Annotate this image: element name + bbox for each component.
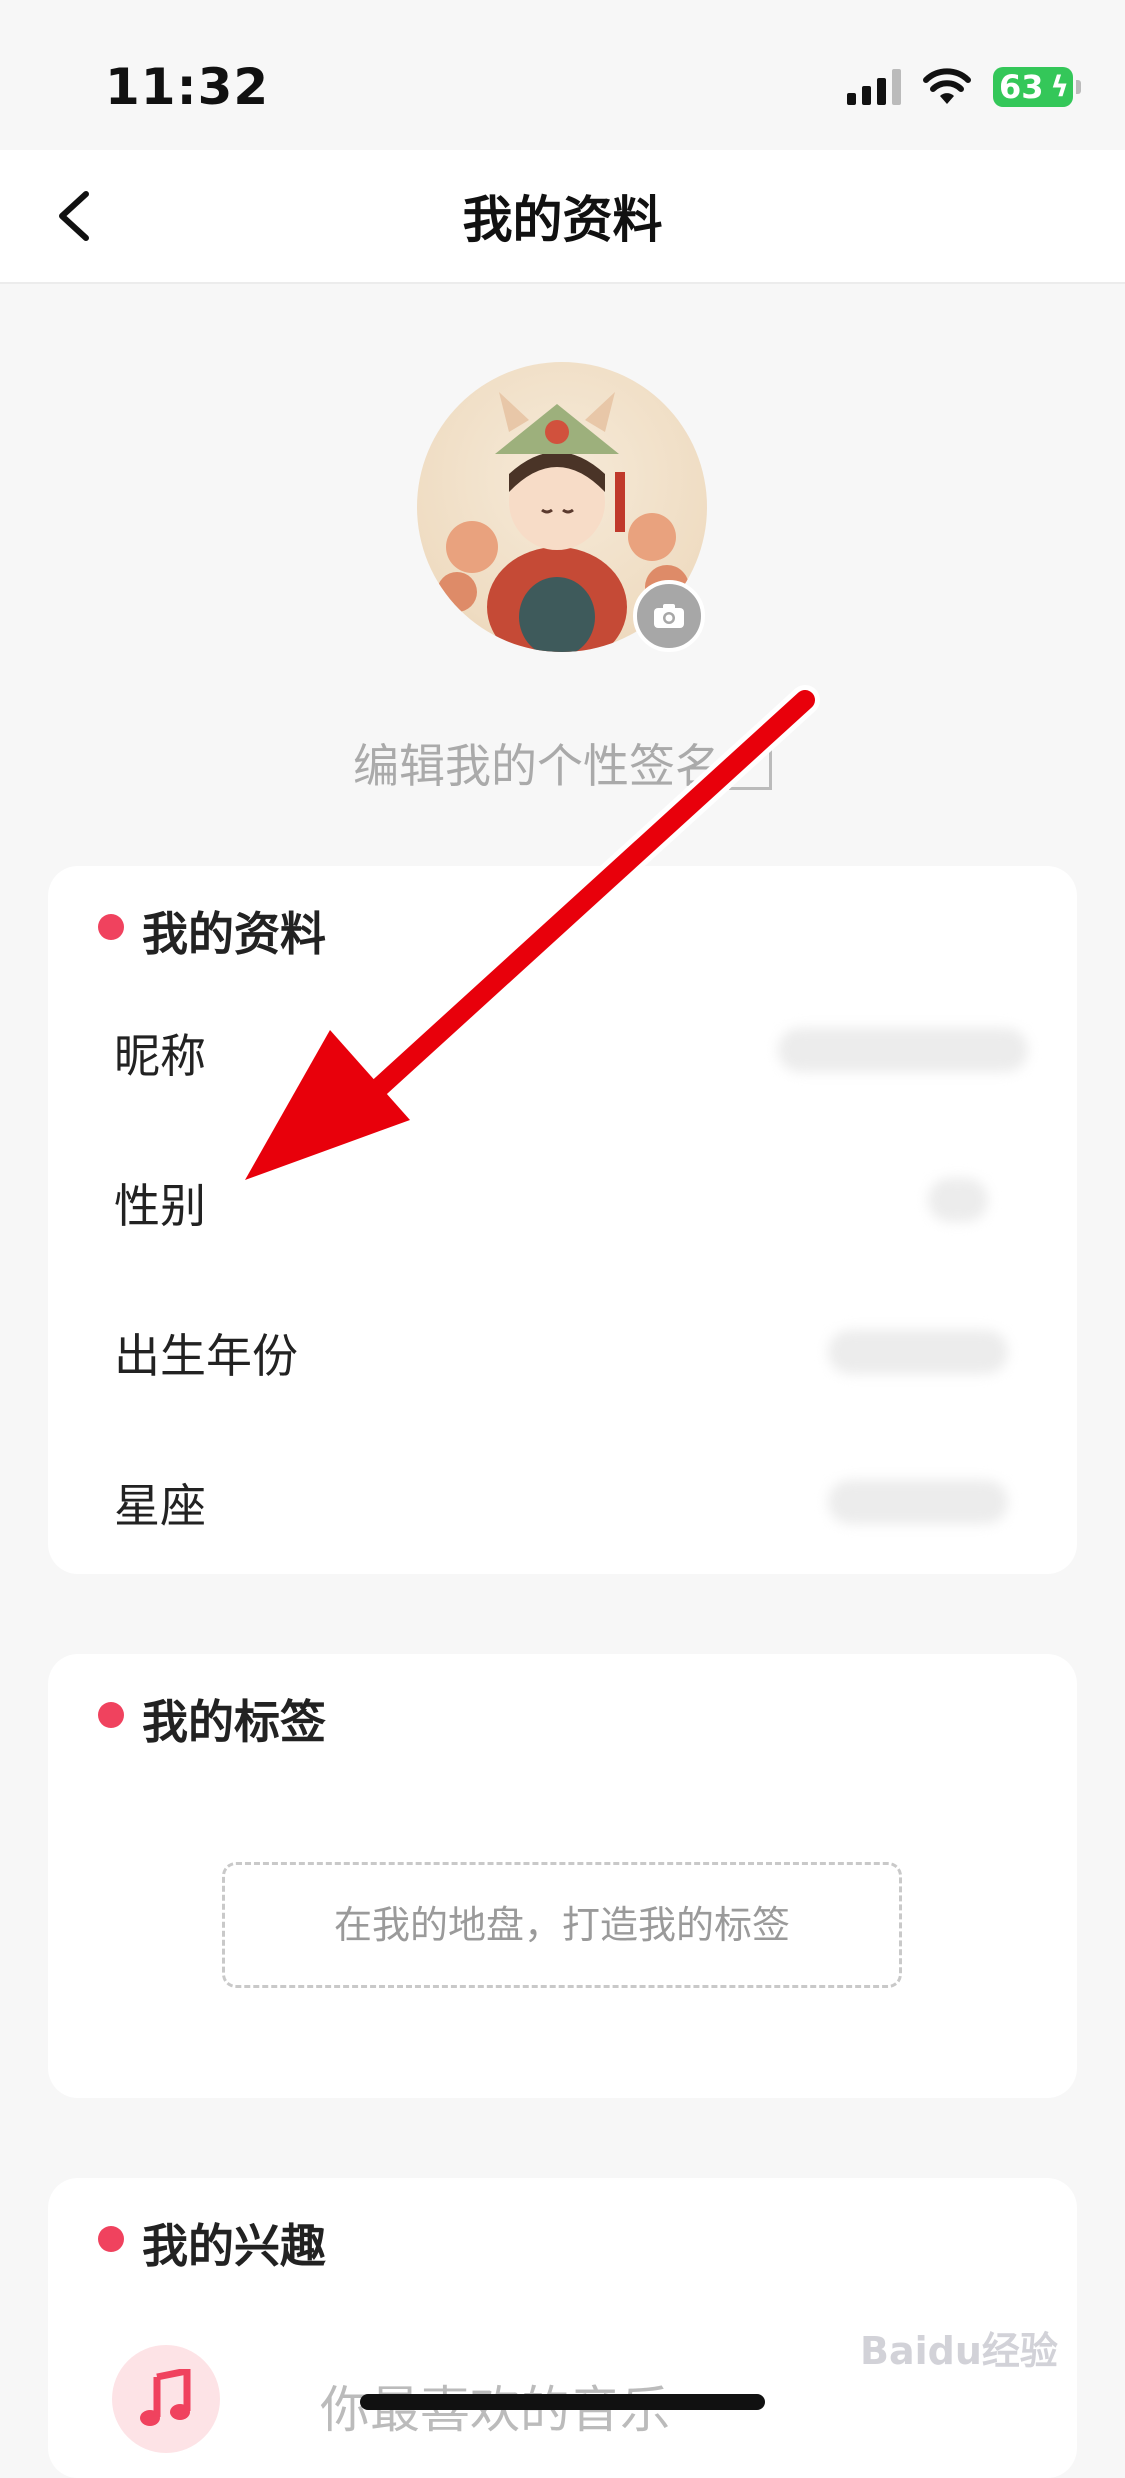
change-avatar-camera-button[interactable] [633, 580, 705, 652]
signal-icon [847, 69, 901, 105]
birth-year-row[interactable]: 出生年份 [48, 1310, 1077, 1430]
gender-row[interactable]: 性别 [48, 1160, 1077, 1280]
battery-icon: 63 ϟ [993, 67, 1081, 107]
signature-field[interactable]: 编辑我的个性签名 [0, 730, 1125, 796]
battery-level: 63 [999, 68, 1044, 106]
music-note-icon [140, 2369, 191, 2426]
watermark-logo: Baidu经验 [860, 2329, 1058, 2373]
info-section-title: 我的资料 [142, 907, 326, 961]
interests-section-title: 我的兴趣 [142, 2219, 326, 2273]
zodiac-row[interactable]: 星座 [48, 1460, 1077, 1560]
edit-icon [729, 749, 772, 790]
birth-year-label: 出生年份 [114, 1329, 298, 1383]
gender-value [928, 1178, 988, 1222]
zodiac-label: 星座 [114, 1479, 206, 1533]
gender-label: 性别 [114, 1179, 206, 1233]
section-dot [98, 1702, 124, 1728]
status-time: 11:32 [105, 58, 270, 116]
status-icons: 63 ϟ [847, 64, 1081, 110]
nickname-row[interactable]: 昵称 [48, 1010, 1077, 1130]
signature-placeholder: 编辑我的个性签名 [353, 739, 721, 793]
camera-icon [654, 604, 684, 628]
wifi-icon [923, 68, 971, 104]
add-tags-button[interactable]: 在我的地盘，打造我的标签 [222, 1862, 902, 1988]
charging-bolt-icon: ϟ [1050, 70, 1069, 103]
birth-year-value [828, 1330, 1008, 1374]
zodiac-value [828, 1480, 1008, 1524]
nickname-value [778, 1028, 1028, 1072]
home-indicator[interactable] [360, 2394, 765, 2410]
section-dot [98, 2226, 124, 2252]
page-title: 我的资料 [462, 191, 663, 249]
nickname-label: 昵称 [114, 1029, 206, 1083]
section-dot [98, 914, 124, 940]
music-item[interactable] [112, 2345, 220, 2453]
tags-section-title: 我的标签 [142, 1695, 326, 1749]
